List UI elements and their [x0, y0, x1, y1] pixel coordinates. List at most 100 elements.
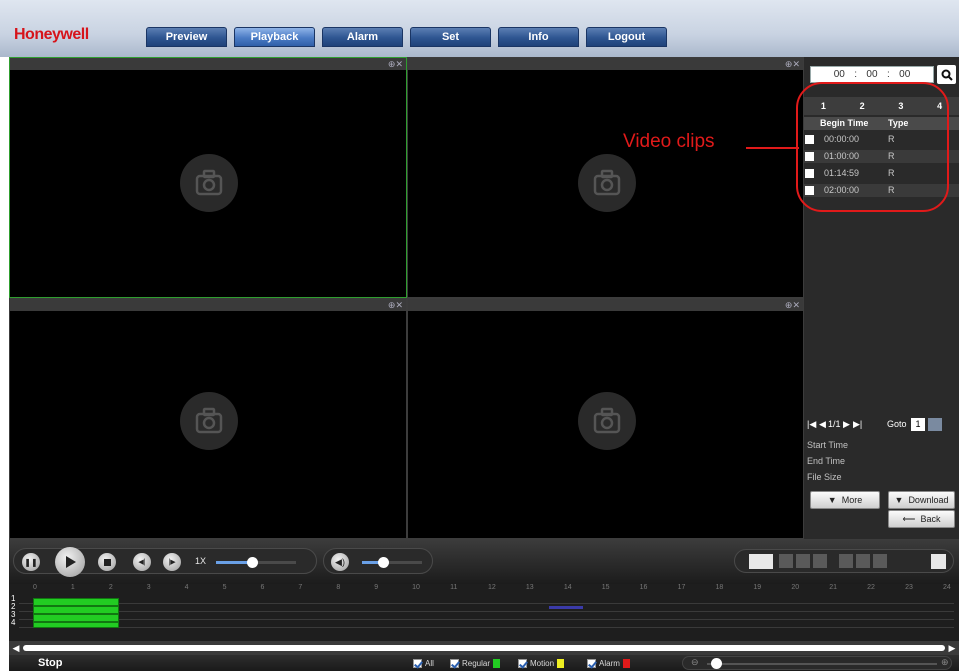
regular-record-segment[interactable]	[33, 606, 119, 614]
legend-all[interactable]: All	[413, 659, 434, 668]
timeline-hour-label: 4	[184, 584, 189, 591]
zoom-knob[interactable]	[711, 658, 722, 669]
timeline-hour-label: 6	[260, 584, 265, 591]
status-bar: Stop All Regular Motion Alarm ⊖ ⊕	[9, 655, 959, 671]
range-start-ss[interactable]	[813, 554, 827, 568]
volume-slider-knob[interactable]	[378, 557, 389, 568]
tab-playback[interactable]: Playback	[234, 27, 315, 47]
time-minutes[interactable]: 00	[866, 69, 877, 80]
brand-logo: Honeywell	[14, 26, 89, 43]
legend-motion[interactable]: Motion	[518, 659, 565, 668]
timeline-row-divider	[19, 619, 954, 620]
timeline-hour-label: 2	[108, 584, 113, 591]
scrollbar-thumb[interactable]	[23, 645, 945, 651]
download-button[interactable]: ▼ Download	[888, 491, 955, 509]
legend-motion-checkbox[interactable]	[518, 659, 527, 668]
slow-button[interactable]: ◀|	[133, 553, 151, 571]
tab-alarm[interactable]: Alarm	[322, 27, 403, 47]
clip-cut-icon[interactable]	[749, 554, 773, 569]
goto-button[interactable]	[928, 418, 942, 431]
last-page-button[interactable]: ▶|	[853, 419, 862, 430]
pause-button[interactable]: ❚❚	[22, 553, 40, 571]
annotation-oval	[796, 82, 949, 212]
zoom-track[interactable]	[707, 663, 937, 665]
pane-zoom-close-icon[interactable]: ⊕✕	[785, 299, 800, 311]
play-button[interactable]	[55, 547, 85, 577]
pane-zoom-close-icon[interactable]: ⊕✕	[388, 58, 403, 70]
regular-record-segment[interactable]	[33, 614, 119, 622]
zoom-out-icon[interactable]: ⊖	[691, 657, 699, 668]
timeline-hour-label: 7	[298, 584, 303, 591]
timeline-hour-label: 1	[70, 584, 75, 591]
range-end-ss[interactable]	[873, 554, 887, 568]
goto-label: Goto	[887, 419, 907, 429]
regular-swatch	[493, 659, 501, 668]
time-sep-1: :	[854, 69, 858, 80]
camera-icon	[180, 392, 238, 450]
regular-record-segment[interactable]	[33, 622, 119, 628]
prev-page-button[interactable]: ◀	[819, 419, 826, 430]
stop-button[interactable]	[98, 553, 116, 571]
legend-all-label: All	[425, 659, 434, 668]
timeline-hour-label: 16	[639, 584, 648, 591]
main-nav: Preview Playback Alarm Set Info Logout	[146, 27, 667, 47]
video-pane-2[interactable]: ⊕✕	[407, 57, 804, 298]
legend-regular-label: Regular	[462, 659, 491, 668]
goto-input[interactable]: 1	[911, 418, 925, 431]
scroll-right-icon[interactable]: ▶	[946, 642, 958, 654]
zoom-in-icon[interactable]: ⊕	[941, 657, 949, 668]
search-icon	[941, 69, 953, 81]
range-end-mm[interactable]	[856, 554, 870, 568]
annotation-label: Video clips	[623, 131, 715, 152]
video-pane-4[interactable]: ⊕✕	[407, 298, 804, 539]
legend-all-checkbox[interactable]	[413, 659, 422, 668]
chevron-down-icon: ▼	[827, 495, 837, 505]
clip-time-range	[734, 549, 954, 573]
timeline-row-divider	[19, 611, 954, 612]
first-page-button[interactable]: |◀	[807, 419, 816, 430]
volume-button[interactable]: ◀)	[331, 553, 349, 571]
timeline-scrollbar[interactable]: ◀ ▶	[9, 641, 959, 655]
legend-regular-checkbox[interactable]	[450, 659, 459, 668]
pane-toolbar	[408, 299, 803, 311]
more-button[interactable]: ▼ More	[810, 491, 880, 509]
save-icon[interactable]	[931, 554, 946, 569]
pane-zoom-close-icon[interactable]: ⊕✕	[785, 58, 800, 70]
play-icon	[66, 556, 76, 568]
time-hours[interactable]: 00	[834, 69, 845, 80]
regular-record-segment[interactable]	[33, 598, 119, 606]
timeline-cursor[interactable]	[549, 606, 583, 609]
video-pane-1[interactable]: ⊕✕	[9, 57, 407, 298]
end-time-label: End Time	[807, 456, 846, 466]
speed-slider-knob[interactable]	[247, 557, 258, 568]
speed-label: 1X	[195, 556, 207, 566]
download-icon: ▼	[894, 495, 904, 505]
timeline[interactable]: 0 1 2 3 4 5 6 7 8 9 10 11 12 13 14 15 16 17 18 19 20 21 22 23 24…	[9, 584, 959, 641]
timeline-hour-label: 12	[488, 584, 496, 591]
legend-regular[interactable]: Regular	[450, 659, 501, 668]
time-input[interactable]: 00 : 00 : 00	[810, 66, 934, 83]
timeline-hour-label: 8	[336, 584, 341, 591]
tab-info[interactable]: Info	[498, 27, 579, 47]
scroll-left-icon[interactable]: ◀	[10, 642, 22, 654]
range-start-mm[interactable]	[796, 554, 810, 568]
legend-alarm-checkbox[interactable]	[587, 659, 596, 668]
video-pane-3[interactable]: ⊕✕	[9, 298, 407, 539]
tab-logout[interactable]: Logout	[586, 27, 667, 47]
playback-page: Honeywell Preview Playback Alarm Set Inf…	[0, 0, 959, 671]
tab-set[interactable]: Set	[410, 27, 491, 47]
fast-button[interactable]: |▶	[163, 553, 181, 571]
back-arrow-icon: ⟵	[902, 513, 916, 524]
timeline-hour-label: 11	[450, 584, 458, 591]
range-end-hh[interactable]	[839, 554, 853, 568]
search-button[interactable]	[937, 65, 956, 84]
time-seconds[interactable]: 00	[899, 69, 910, 80]
timeline-hour-label: 0	[33, 584, 37, 591]
back-button[interactable]: ⟵ Back	[888, 510, 955, 528]
next-page-button[interactable]: ▶	[843, 419, 850, 430]
tab-preview[interactable]: Preview	[146, 27, 227, 47]
timeline-zoom-slider[interactable]: ⊖ ⊕	[682, 656, 952, 670]
pane-zoom-close-icon[interactable]: ⊕✕	[388, 299, 403, 311]
legend-alarm[interactable]: Alarm	[587, 659, 630, 668]
range-start-hh[interactable]	[779, 554, 793, 568]
